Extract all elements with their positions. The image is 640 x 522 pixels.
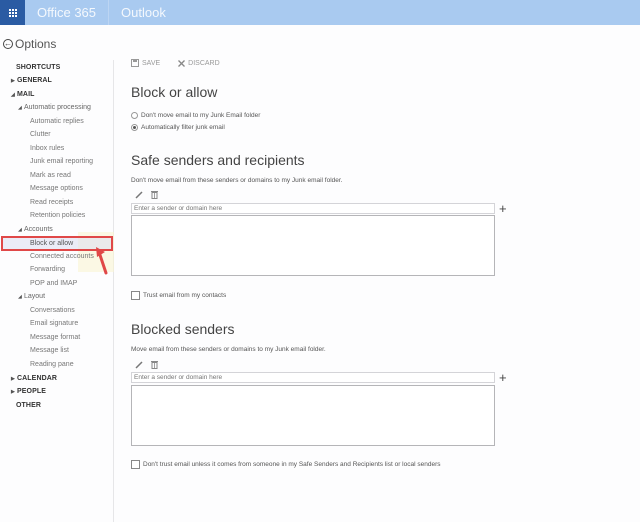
- discard-x-icon: [178, 59, 186, 67]
- caret-down-icon: ◢: [18, 227, 22, 233]
- sidebar-item-mark-as-read[interactable]: Mark as read: [30, 172, 71, 179]
- app-launcher-waffle-icon: [8, 8, 17, 17]
- pencil-edit-icon[interactable]: [135, 190, 143, 199]
- dont-trust-unless-safe-checkbox[interactable]: [131, 460, 140, 469]
- save-label: SAVE: [142, 59, 161, 67]
- pencil-edit-icon[interactable]: [135, 360, 143, 369]
- brand-office365[interactable]: Office 365: [25, 0, 110, 25]
- sidebar-item-forwarding[interactable]: Forwarding: [30, 266, 65, 273]
- app-launcher-button[interactable]: [0, 0, 25, 25]
- trust-contacts-checkbox-row[interactable]: Trust email from my contacts: [131, 291, 226, 300]
- sidebar-item-automatic-replies[interactable]: Automatic replies: [30, 118, 84, 125]
- trash-delete-icon[interactable]: [151, 360, 158, 369]
- sidebar-item-general[interactable]: ▶ GENERAL: [11, 77, 52, 84]
- safe-senders-title: Safe senders and recipients: [131, 152, 305, 168]
- sidebar-item-reading-pane[interactable]: Reading pane: [30, 361, 74, 368]
- back-arrow-circle-icon: ←: [3, 39, 13, 49]
- sidebar-item-conversations[interactable]: Conversations: [30, 307, 75, 314]
- save-floppy-icon: [131, 59, 139, 67]
- caret-down-icon: ◢: [18, 294, 22, 300]
- blocked-sender-input[interactable]: [131, 372, 495, 383]
- sidebar-item-connected-accounts[interactable]: Connected accounts: [30, 253, 94, 260]
- options-back-link[interactable]: ← Options: [3, 37, 56, 51]
- radio-label: Don't move email to my Junk Email folder: [141, 112, 261, 119]
- sidebar-group-layout[interactable]: ◢ Layout: [18, 293, 45, 300]
- sidebar-item-read-receipts[interactable]: Read receipts: [30, 199, 73, 206]
- safe-senders-list[interactable]: [131, 215, 495, 276]
- add-safe-sender-plus-icon[interactable]: +: [499, 202, 507, 215]
- safe-senders-edit-tools: [135, 190, 166, 199]
- safe-sender-input[interactable]: [131, 203, 495, 214]
- sidebar-item-clutter[interactable]: Clutter: [30, 131, 51, 138]
- caret-right-icon: ▶: [11, 78, 15, 84]
- sidebar-item-inbox-rules[interactable]: Inbox rules: [30, 145, 64, 152]
- blocked-senders-description: Move email from these senders or domains…: [131, 346, 326, 353]
- trust-contacts-label: Trust email from my contacts: [143, 292, 227, 299]
- blocked-senders-title: Blocked senders: [131, 321, 235, 337]
- radio-label: Automatically filter junk email: [141, 124, 225, 131]
- sidebar-item-other[interactable]: OTHER: [16, 402, 41, 409]
- sidebar-item-message-options[interactable]: Message options: [30, 185, 83, 192]
- options-sidebar: SHORTCUTS ▶ GENERAL ◢ MAIL ◢ Automatic proc…: [0, 60, 114, 522]
- sidebar-item-mail[interactable]: ◢ MAIL: [11, 91, 35, 98]
- sidebar-item-email-signature[interactable]: Email signature: [30, 320, 78, 327]
- options-title: Options: [15, 37, 57, 51]
- safe-senders-description: Don't move email from these senders or d…: [131, 177, 343, 184]
- sidebar-item-pop-and-imap[interactable]: POP and IMAP: [30, 280, 77, 287]
- radio-button-checked[interactable]: [131, 124, 138, 131]
- sidebar-item-block-or-allow[interactable]: Block or allow: [30, 240, 73, 247]
- radio-dont-move-junk[interactable]: Don't move email to my Junk Email folder: [131, 112, 260, 119]
- radio-auto-filter-junk[interactable]: Automatically filter junk email: [131, 124, 225, 131]
- radio-button[interactable]: [131, 112, 138, 119]
- sidebar-item-shortcuts[interactable]: SHORTCUTS: [16, 64, 60, 71]
- sidebar-item-calendar[interactable]: ▶ CALENDAR: [11, 375, 57, 382]
- top-bar: Office 365 Outlook: [0, 0, 640, 25]
- blocked-senders-list[interactable]: [131, 385, 495, 446]
- annotation-arrow-icon: [96, 247, 108, 275]
- caret-down-icon: ◢: [18, 105, 22, 111]
- sidebar-group-accounts[interactable]: ◢ Accounts: [18, 226, 53, 233]
- page-title: Block or allow: [131, 84, 218, 100]
- caret-right-icon: ▶: [11, 389, 15, 395]
- dont-trust-unless-safe-checkbox-row[interactable]: Don't trust email unless it comes from s…: [131, 460, 440, 469]
- discard-label: DISCARD: [188, 59, 220, 67]
- trust-contacts-checkbox[interactable]: [131, 291, 140, 300]
- sidebar-item-message-format[interactable]: Message format: [30, 334, 80, 341]
- sidebar-item-retention-policies[interactable]: Retention policies: [30, 212, 85, 219]
- caret-right-icon: ▶: [11, 376, 15, 382]
- save-button[interactable]: SAVE: [131, 59, 160, 67]
- sidebar-item-junk-email-reporting[interactable]: Junk email reporting: [30, 158, 93, 165]
- sidebar-item-people[interactable]: ▶ PEOPLE: [11, 388, 46, 395]
- add-blocked-sender-plus-icon[interactable]: +: [499, 371, 507, 384]
- toolbar: SAVE DISCARD: [131, 59, 238, 67]
- sidebar-group-automatic-processing[interactable]: ◢ Automatic processing: [18, 104, 91, 111]
- blocked-senders-edit-tools: [135, 360, 166, 369]
- sidebar-item-message-list[interactable]: Message list: [30, 347, 69, 354]
- caret-down-icon: ◢: [11, 92, 15, 98]
- trash-delete-icon[interactable]: [151, 190, 158, 199]
- dont-trust-unless-safe-label: Don't trust email unless it comes from s…: [143, 461, 441, 468]
- discard-button[interactable]: DISCARD: [178, 60, 220, 67]
- app-name-outlook[interactable]: Outlook: [109, 0, 166, 25]
